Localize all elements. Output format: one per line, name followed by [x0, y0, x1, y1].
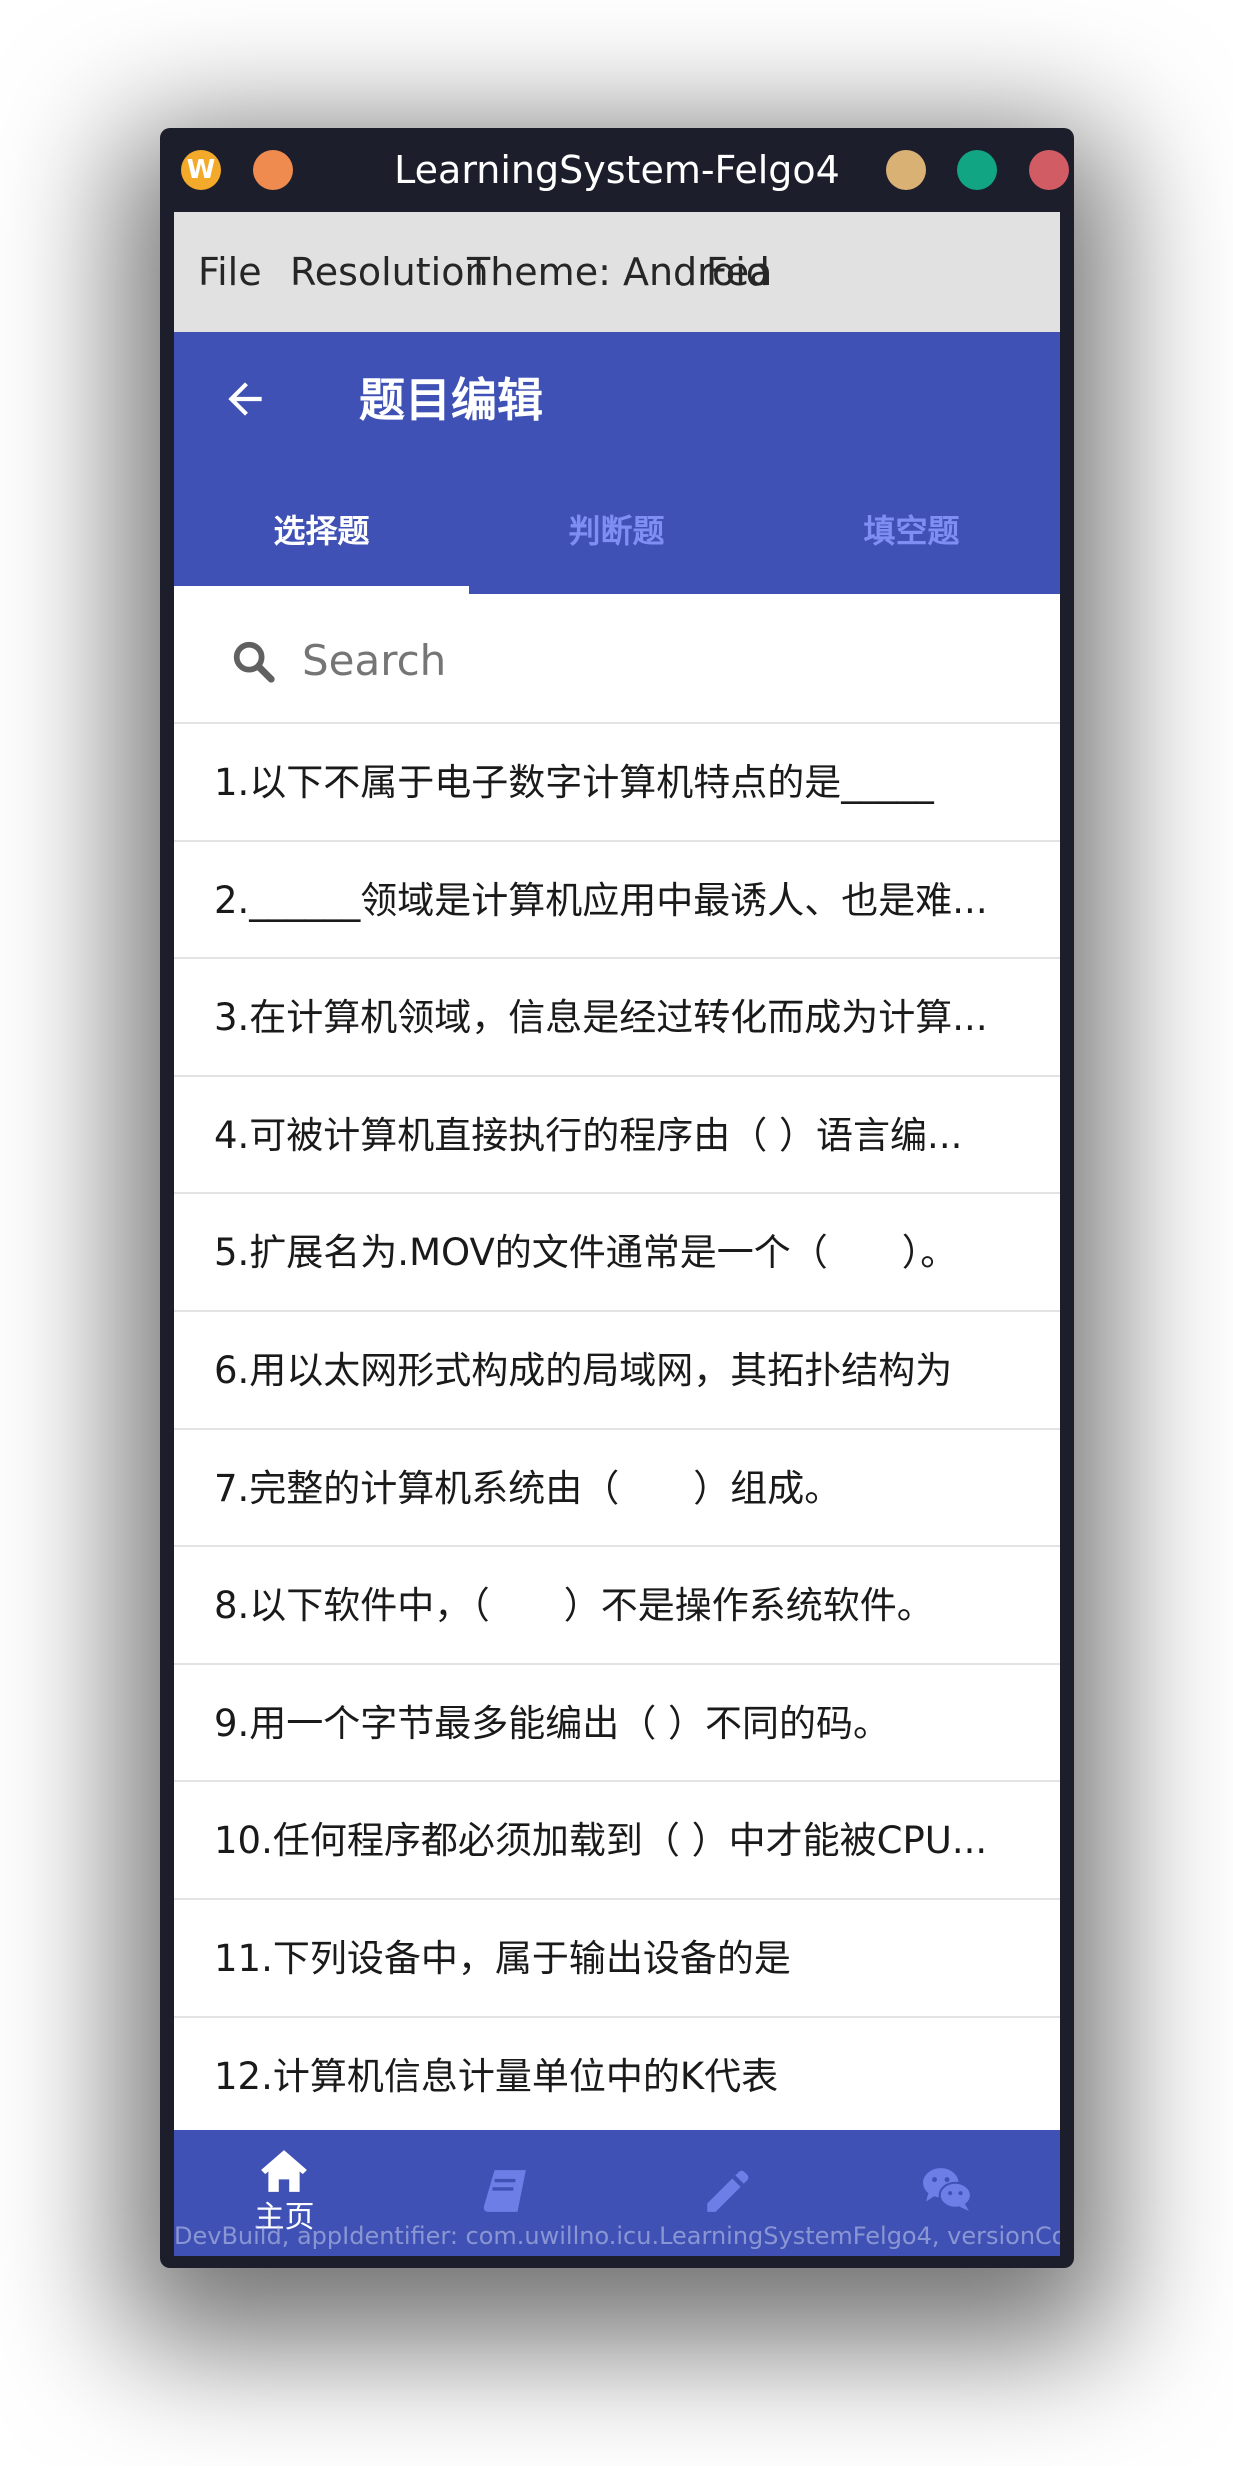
- question-list: 1.以下不属于电子数字计算机特点的是_____ 2.______领域是计算机应用…: [174, 724, 1060, 2136]
- close-button[interactable]: [1029, 150, 1069, 190]
- tab-fill-blank[interactable]: 填空题: [764, 468, 1059, 594]
- app-window: W LearningSystem-Felgo4 File Resolution …: [160, 128, 1074, 2268]
- question-item[interactable]: 4.可被计算机直接执行的程序由（ ）语言编...: [174, 1076, 1060, 1195]
- question-item[interactable]: 12.计算机信息计量单位中的K代表: [174, 2017, 1060, 2136]
- maximize-button[interactable]: [957, 150, 997, 190]
- question-item[interactable]: 1.以下不属于电子数字计算机特点的是_____: [174, 724, 1060, 842]
- tab-bar: 选择题 判断题 填空题: [174, 468, 1060, 594]
- devbuild-overlay-text: DevBuild, appIdentifier: com.uwillno.icu…: [174, 2222, 1060, 2250]
- menu-file[interactable]: File: [198, 212, 262, 332]
- question-item[interactable]: 3.在计算机领域，信息是经过转化而成为计算...: [174, 959, 1060, 1077]
- app-viewport: File Resolution Theme: Android Fea 题目编辑 …: [174, 212, 1060, 2256]
- tab-indicator: [174, 586, 469, 594]
- window-title: LearningSystem-Felgo4: [394, 148, 840, 192]
- wechat-icon: [923, 2168, 972, 2211]
- question-item[interactable]: 7.完整的计算机系统由（ ）组成。: [174, 1429, 1060, 1548]
- question-item[interactable]: 11.下列设备中，属于输出设备的是: [174, 1899, 1060, 2018]
- home-icon: [261, 2150, 307, 2192]
- menu-resolution[interactable]: Resolution: [290, 212, 489, 332]
- back-arrow-icon[interactable]: [220, 374, 270, 424]
- tab-multiple-choice[interactable]: 选择题: [174, 468, 469, 594]
- menu-features[interactable]: Fea: [706, 212, 772, 332]
- tab-true-false[interactable]: 判断题: [469, 468, 764, 594]
- question-item[interactable]: 2.______领域是计算机应用中最诱人、也是难...: [174, 841, 1060, 960]
- menubar: File Resolution Theme: Android Fea: [174, 212, 1060, 332]
- pencil-icon: [707, 2170, 749, 2212]
- page-title: 题目编辑: [359, 373, 543, 427]
- search-icon: [233, 641, 275, 683]
- app-bar: 题目编辑: [174, 332, 1060, 468]
- question-item[interactable]: 9.用一个字节最多能编出（ ）不同的码。: [174, 1664, 1060, 1783]
- minimize-button[interactable]: [886, 150, 926, 190]
- search-bar: [174, 594, 1060, 724]
- book-icon: [483, 2170, 526, 2212]
- question-item[interactable]: 5.扩展名为.MOV的文件通常是一个（ ）。: [174, 1194, 1060, 1312]
- question-item[interactable]: 10.任何程序都必须加载到（ ）中才能被CPU...: [174, 1782, 1060, 1900]
- bottom-navigation: 主页 DevBuild, appIdentifier: com.uwillno.…: [174, 2130, 1060, 2256]
- question-item[interactable]: 8.以下软件中，（ ）不是操作系统软件。: [174, 1547, 1060, 1665]
- window-titlebar[interactable]: W LearningSystem-Felgo4: [160, 128, 1074, 212]
- question-item[interactable]: 6.用以太网形式构成的局域网，其拓扑结构为: [174, 1311, 1060, 1430]
- search-input[interactable]: [300, 614, 1024, 706]
